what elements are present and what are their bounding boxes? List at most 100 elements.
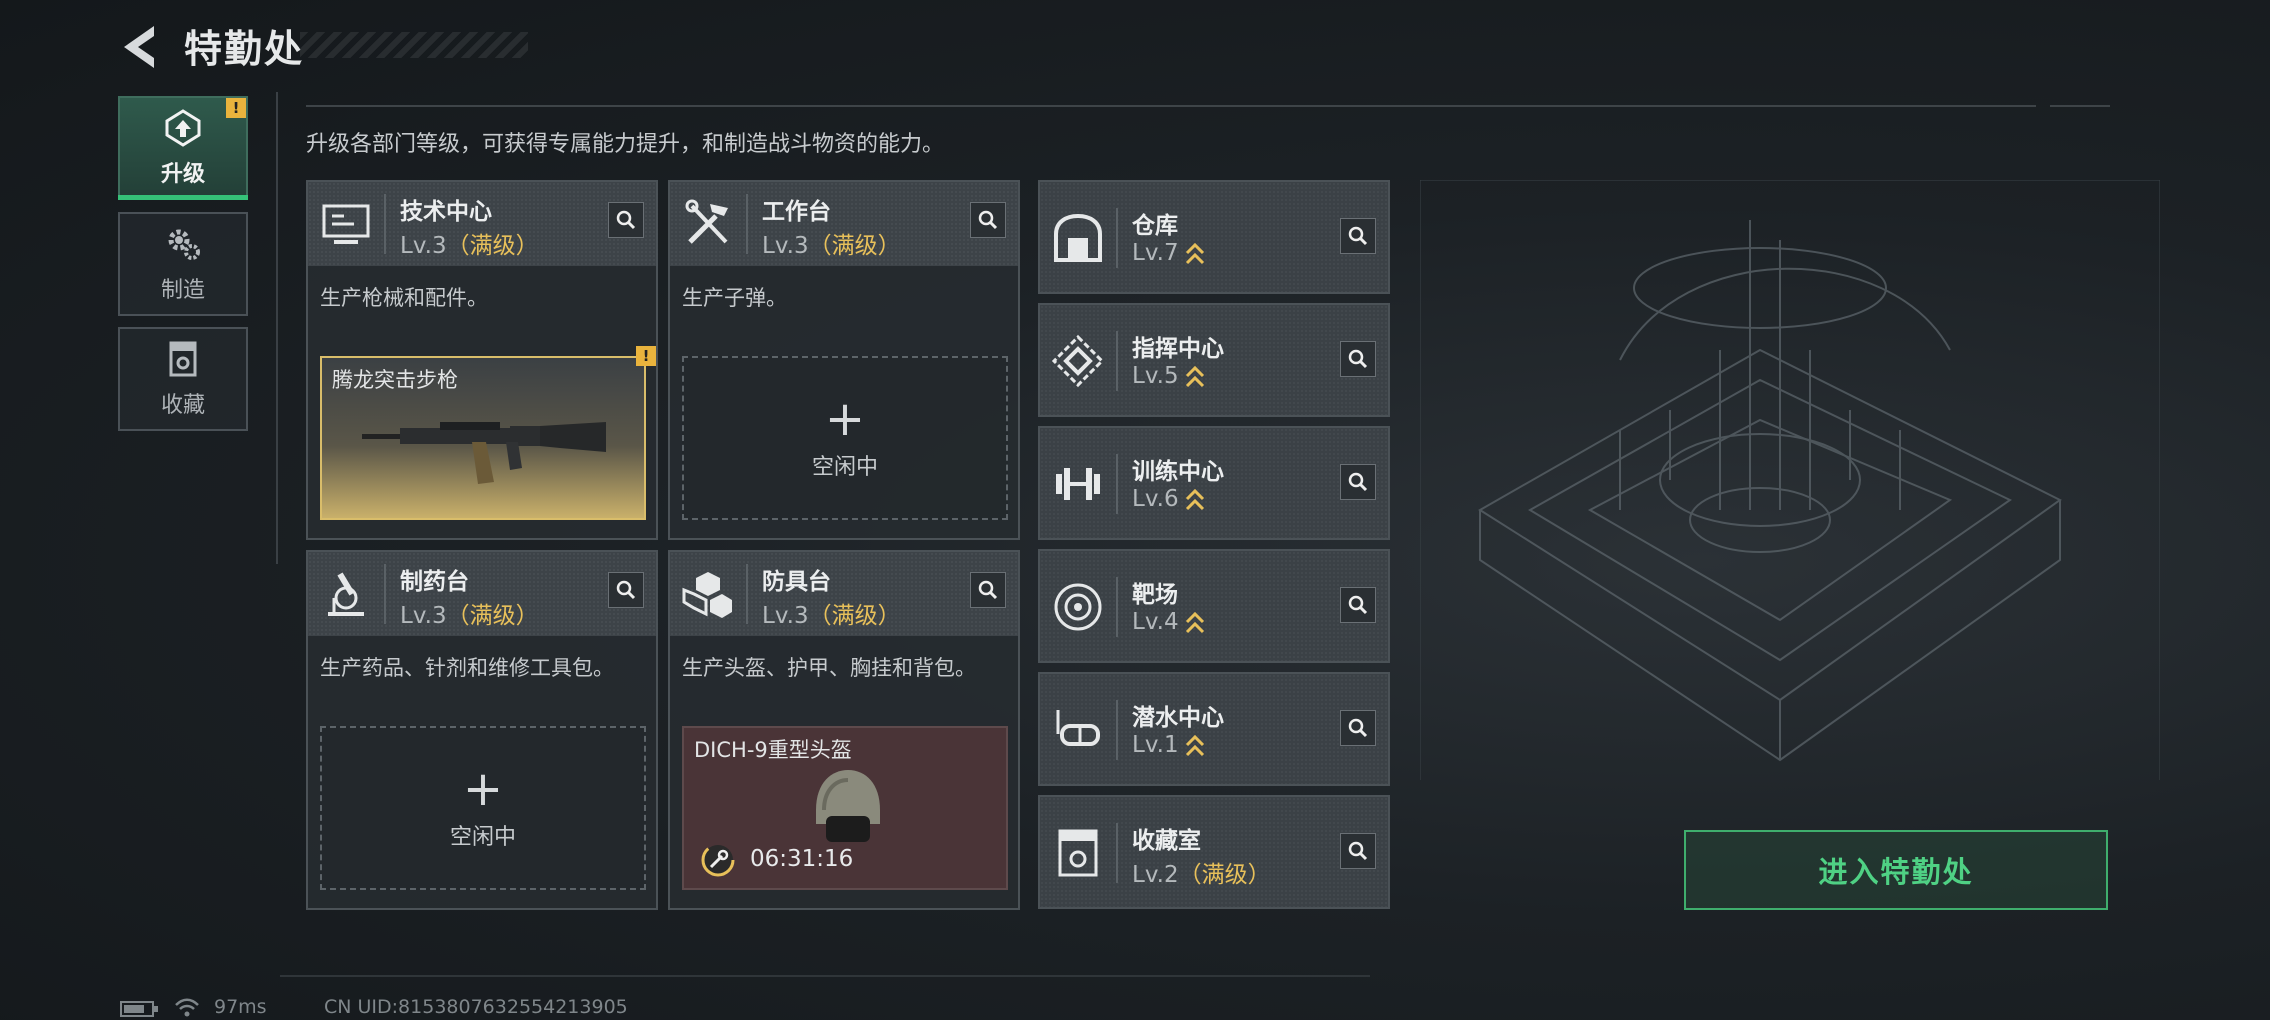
upgrade-arrow-icon (1185, 365, 1204, 387)
search-button[interactable] (608, 202, 644, 238)
divider (1116, 208, 1118, 268)
command-center-icon (1052, 335, 1104, 387)
computer-icon (322, 204, 370, 244)
department-description: 生产枪械和配件。 (320, 286, 488, 310)
divider (1116, 331, 1118, 391)
microscope-icon (328, 572, 364, 616)
search-icon (978, 210, 998, 230)
search-icon (1348, 718, 1368, 738)
search-icon (1348, 472, 1368, 492)
wifi-icon (175, 998, 199, 1017)
facility-name: 潜水中心 (1132, 705, 1224, 731)
add-icon: + (462, 761, 504, 817)
facility-card-shooting-range[interactable]: 靶场 Lv.4 (1038, 549, 1390, 663)
card-header: 技术中心 Lv.3（满级） (308, 182, 656, 266)
card-header: 工作台 Lv.3（满级） (670, 182, 1018, 266)
search-icon (1348, 595, 1368, 615)
tools-icon (685, 199, 728, 244)
warehouse-icon (1054, 213, 1102, 262)
search-icon (978, 580, 998, 600)
idle-slot[interactable]: + 空闲中 (682, 356, 1008, 520)
wrench-timer-icon (701, 843, 735, 877)
upgrade-icon (165, 109, 201, 147)
back-arrow-icon[interactable] (118, 22, 168, 72)
search-button[interactable] (1340, 710, 1376, 746)
facility-card-collection-room[interactable]: 收藏室 Lv.2（满级） (1038, 795, 1390, 909)
department-level: Lv.3（满级） (400, 233, 539, 259)
facility-name: 靶场 (1132, 582, 1178, 608)
alert-badge: ! (226, 98, 246, 118)
facility-card-training-center[interactable]: 训练中心 Lv.6 (1038, 426, 1390, 540)
idle-slot[interactable]: + 空闲中 (320, 726, 646, 890)
department-description: 生产头盔、护甲、胸挂和背包。 (682, 656, 976, 680)
facility-card-warehouse[interactable]: 仓库 Lv.7 (1038, 180, 1390, 294)
tab-label: 收藏 (160, 393, 205, 418)
tab-label: 升级 (160, 162, 205, 187)
gear-icon (168, 229, 200, 260)
tab-upgrade[interactable]: 升级 ! (118, 96, 248, 200)
ping-value: 97ms (214, 996, 267, 1018)
collection-room-icon (1058, 829, 1098, 877)
divider (746, 194, 748, 254)
facility-card-diving-center[interactable]: 潜水中心 Lv.1 (1038, 672, 1390, 786)
battery-icon (120, 1001, 158, 1017)
department-name: 制药台 (400, 569, 469, 595)
department-name: 工作台 (762, 199, 831, 225)
production-slot[interactable]: 腾龙突击步枪 ! (320, 346, 656, 520)
divider (384, 564, 386, 624)
upgrade-arrow-icon (1185, 611, 1204, 633)
facility-card-command-center[interactable]: 指挥中心 Lv.5 (1038, 303, 1390, 417)
tab-collection[interactable]: 收藏 (118, 327, 248, 431)
facility-name: 仓库 (1132, 213, 1178, 239)
search-button[interactable] (970, 572, 1006, 608)
search-icon (1348, 841, 1368, 861)
divider (276, 92, 278, 564)
department-card-pharmacy[interactable]: 制药台 Lv.3（满级） 生产药品、针剂和维修工具包。 + 空闲中 (306, 550, 658, 910)
divider (1116, 700, 1118, 760)
divider (1116, 577, 1118, 637)
user-uid: CN UID:8153807632554213905 (324, 996, 628, 1018)
upgrade-arrow-icon (1185, 242, 1204, 264)
department-description: 生产药品、针剂和维修工具包。 (320, 656, 614, 680)
search-button[interactable] (1340, 218, 1376, 254)
target-icon (1054, 583, 1102, 631)
facility-level: Lv.7 (1132, 240, 1205, 267)
facility-level: Lv.4 (1132, 609, 1205, 636)
department-card-tech-center[interactable]: 技术中心 Lv.3（满级） 生产枪械和配件。 腾龙突击步枪 ! (306, 180, 658, 540)
diving-mask-icon (1056, 710, 1100, 746)
divider (384, 194, 386, 254)
facility-level: Lv.5 (1132, 363, 1205, 390)
divider (1116, 823, 1118, 883)
page-title: 特勤处 (184, 27, 305, 71)
tab-craft[interactable]: 制造 (118, 212, 248, 316)
search-button[interactable] (1340, 341, 1376, 377)
item-name: 腾龙突击步枪 (332, 368, 458, 392)
search-button[interactable] (1340, 587, 1376, 623)
facility-level: Lv.1 (1132, 732, 1205, 759)
alert-badge: ! (636, 346, 656, 366)
enter-special-ops-button[interactable]: 进入特勤处 (1684, 830, 2108, 910)
craft-timer: 06:31:16 (750, 846, 854, 872)
search-button[interactable] (1340, 833, 1376, 869)
item-name: DICH-9重型头盔 (694, 738, 852, 762)
department-description: 生产子弹。 (682, 286, 787, 310)
facility-level: Lv.2（满级） (1132, 862, 1271, 888)
department-card-workbench[interactable]: 工作台 Lv.3（满级） 生产子弹。 + 空闲中 (668, 180, 1020, 540)
search-button[interactable] (970, 202, 1006, 238)
search-icon (616, 210, 636, 230)
search-button[interactable] (1340, 464, 1376, 500)
armor-boxes-icon (682, 572, 732, 618)
production-slot[interactable]: DICH-9重型头盔 06:31:16 (682, 726, 1008, 890)
add-icon: + (824, 391, 866, 447)
search-button[interactable] (608, 572, 644, 608)
search-icon (616, 580, 636, 600)
department-card-armor-bench[interactable]: 防具台 Lv.3（满级） 生产头盔、护甲、胸挂和背包。 DICH-9重型头盔 0… (668, 550, 1020, 910)
idle-label: 空闲中 (811, 455, 878, 480)
department-name: 技术中心 (400, 199, 492, 225)
facility-name: 收藏室 (1132, 828, 1201, 854)
divider (1116, 454, 1118, 514)
divider (280, 975, 1370, 977)
helmet-image (816, 770, 880, 842)
search-icon (1348, 226, 1368, 246)
tab-label: 制造 (160, 278, 205, 303)
